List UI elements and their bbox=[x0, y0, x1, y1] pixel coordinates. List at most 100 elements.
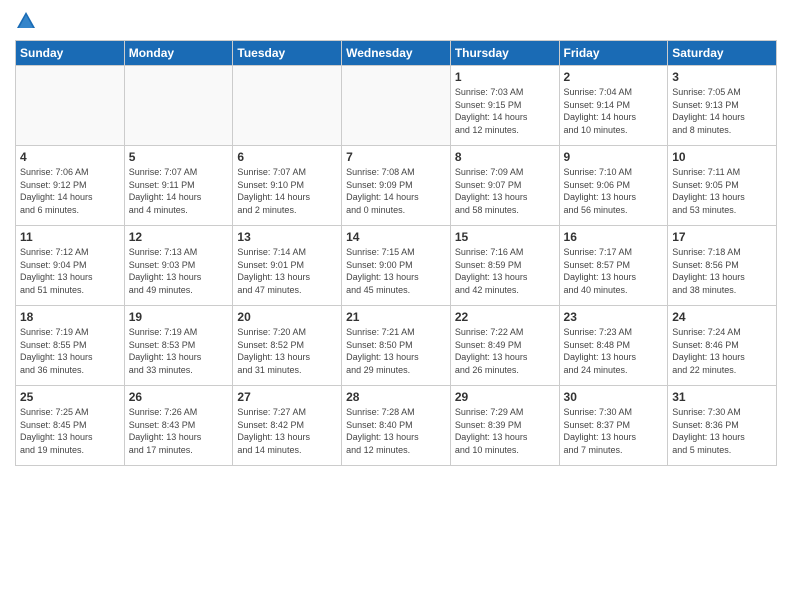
calendar-table: SundayMondayTuesdayWednesdayThursdayFrid… bbox=[15, 40, 777, 466]
day-info: Sunrise: 7:24 AM Sunset: 8:46 PM Dayligh… bbox=[672, 326, 772, 376]
day-info: Sunrise: 7:27 AM Sunset: 8:42 PM Dayligh… bbox=[237, 406, 337, 456]
day-number: 8 bbox=[455, 150, 555, 164]
day-info: Sunrise: 7:25 AM Sunset: 8:45 PM Dayligh… bbox=[20, 406, 120, 456]
calendar-day-cell: 21Sunrise: 7:21 AM Sunset: 8:50 PM Dayli… bbox=[342, 306, 451, 386]
day-number: 21 bbox=[346, 310, 446, 324]
header bbox=[15, 10, 777, 32]
day-info: Sunrise: 7:07 AM Sunset: 9:11 PM Dayligh… bbox=[129, 166, 229, 216]
calendar-day-cell: 12 Sunrise: 7:13 AM Sunset: 9:03 PM Dayli… bbox=[124, 226, 233, 306]
calendar-day-cell: 13 Sunrise: 7:14 AM Sunset: 9:01 PM Dayli… bbox=[233, 226, 342, 306]
day-info: Sunrise: 7:26 AM Sunset: 8:43 PM Dayligh… bbox=[129, 406, 229, 456]
day-number: 12 bbox=[129, 230, 229, 244]
calendar-day-cell: 1 Sunrise: 7:03 AM Sunset: 9:15 PM Daylig… bbox=[450, 66, 559, 146]
day-number: 5 bbox=[129, 150, 229, 164]
day-number: 30 bbox=[564, 390, 664, 404]
calendar-day-cell: 20 Sunrise: 7:20 AM Sunset: 8:52 PM Dayli… bbox=[233, 306, 342, 386]
page: SundayMondayTuesdayWednesdayThursdayFrid… bbox=[0, 0, 792, 612]
calendar-day-cell: 29 Sunrise: 7:29 AM Sunset: 8:39 PM Dayli… bbox=[450, 386, 559, 466]
day-number: 2 bbox=[564, 70, 664, 84]
calendar-day-cell: 8Sunrise: 7:09 AM Sunset: 9:07 PM Daylig… bbox=[450, 146, 559, 226]
day-info: Sunrise: 7:16 AM Sunset: 8:59 PM Dayligh… bbox=[455, 246, 555, 296]
calendar-day-cell: 4Sunrise: 7:06 AM Sunset: 9:12 PM Daylig… bbox=[16, 146, 125, 226]
calendar-header-saturday: Saturday bbox=[668, 41, 777, 66]
calendar-day-cell: 11 Sunrise: 7:12 AM Sunset: 9:04 PM Dayli… bbox=[16, 226, 125, 306]
calendar-day-cell: 18 Sunrise: 7:19 AM Sunset: 8:55 PM Dayli… bbox=[16, 306, 125, 386]
day-info: Sunrise: 7:14 AM Sunset: 9:01 PM Dayligh… bbox=[237, 246, 337, 296]
calendar-day-cell: 23 Sunrise: 7:23 AM Sunset: 8:48 PM Dayli… bbox=[559, 306, 668, 386]
day-info: Sunrise: 7:12 AM Sunset: 9:04 PM Dayligh… bbox=[20, 246, 120, 296]
calendar-day-cell: 9 Sunrise: 7:10 AM Sunset: 9:06 PM Daylig… bbox=[559, 146, 668, 226]
day-info: Sunrise: 7:18 AM Sunset: 8:56 PM Dayligh… bbox=[672, 246, 772, 296]
day-number: 20 bbox=[237, 310, 337, 324]
calendar-header-sunday: Sunday bbox=[16, 41, 125, 66]
calendar-header-row: SundayMondayTuesdayWednesdayThursdayFrid… bbox=[16, 41, 777, 66]
day-number: 10 bbox=[672, 150, 772, 164]
day-info: Sunrise: 7:03 AM Sunset: 9:15 PM Dayligh… bbox=[455, 86, 555, 136]
day-info: Sunrise: 7:11 AM Sunset: 9:05 PM Dayligh… bbox=[672, 166, 772, 216]
day-info: Sunrise: 7:08 AM Sunset: 9:09 PM Dayligh… bbox=[346, 166, 446, 216]
day-info: Sunrise: 7:19 AM Sunset: 8:55 PM Dayligh… bbox=[20, 326, 120, 376]
day-info: Sunrise: 7:29 AM Sunset: 8:39 PM Dayligh… bbox=[455, 406, 555, 456]
calendar-week-row: 25 Sunrise: 7:25 AM Sunset: 8:45 PM Dayli… bbox=[16, 386, 777, 466]
day-number: 23 bbox=[564, 310, 664, 324]
day-number: 9 bbox=[564, 150, 664, 164]
calendar-day-cell: 30 Sunrise: 7:30 AM Sunset: 8:37 PM Dayli… bbox=[559, 386, 668, 466]
day-number: 19 bbox=[129, 310, 229, 324]
day-number: 6 bbox=[237, 150, 337, 164]
day-number: 29 bbox=[455, 390, 555, 404]
day-info: Sunrise: 7:30 AM Sunset: 8:37 PM Dayligh… bbox=[564, 406, 664, 456]
day-number: 1 bbox=[455, 70, 555, 84]
day-number: 31 bbox=[672, 390, 772, 404]
logo-icon bbox=[15, 10, 37, 32]
day-number: 11 bbox=[20, 230, 120, 244]
calendar-header-thursday: Thursday bbox=[450, 41, 559, 66]
day-number: 16 bbox=[564, 230, 664, 244]
day-info: Sunrise: 7:04 AM Sunset: 9:14 PM Dayligh… bbox=[564, 86, 664, 136]
day-info: Sunrise: 7:17 AM Sunset: 8:57 PM Dayligh… bbox=[564, 246, 664, 296]
day-info: Sunrise: 7:22 AM Sunset: 8:49 PM Dayligh… bbox=[455, 326, 555, 376]
calendar-day-cell bbox=[233, 66, 342, 146]
calendar-day-cell: 2 Sunrise: 7:04 AM Sunset: 9:14 PM Daylig… bbox=[559, 66, 668, 146]
calendar-day-cell: 16 Sunrise: 7:17 AM Sunset: 8:57 PM Dayli… bbox=[559, 226, 668, 306]
logo bbox=[15, 10, 39, 32]
calendar-day-cell: 14Sunrise: 7:15 AM Sunset: 9:00 PM Dayli… bbox=[342, 226, 451, 306]
day-number: 22 bbox=[455, 310, 555, 324]
calendar-day-cell: 5 Sunrise: 7:07 AM Sunset: 9:11 PM Daylig… bbox=[124, 146, 233, 226]
calendar-week-row: 4Sunrise: 7:06 AM Sunset: 9:12 PM Daylig… bbox=[16, 146, 777, 226]
day-number: 17 bbox=[672, 230, 772, 244]
day-number: 13 bbox=[237, 230, 337, 244]
day-info: Sunrise: 7:30 AM Sunset: 8:36 PM Dayligh… bbox=[672, 406, 772, 456]
calendar-week-row: 18 Sunrise: 7:19 AM Sunset: 8:55 PM Dayli… bbox=[16, 306, 777, 386]
day-number: 27 bbox=[237, 390, 337, 404]
calendar-header-tuesday: Tuesday bbox=[233, 41, 342, 66]
day-info: Sunrise: 7:05 AM Sunset: 9:13 PM Dayligh… bbox=[672, 86, 772, 136]
calendar-day-cell: 28 Sunrise: 7:28 AM Sunset: 8:40 PM Dayli… bbox=[342, 386, 451, 466]
day-number: 28 bbox=[346, 390, 446, 404]
calendar-day-cell bbox=[342, 66, 451, 146]
day-info: Sunrise: 7:07 AM Sunset: 9:10 PM Dayligh… bbox=[237, 166, 337, 216]
calendar-day-cell: 3 Sunrise: 7:05 AM Sunset: 9:13 PM Daylig… bbox=[668, 66, 777, 146]
calendar-week-row: 11 Sunrise: 7:12 AM Sunset: 9:04 PM Dayli… bbox=[16, 226, 777, 306]
day-number: 25 bbox=[20, 390, 120, 404]
day-info: Sunrise: 7:28 AM Sunset: 8:40 PM Dayligh… bbox=[346, 406, 446, 456]
day-info: Sunrise: 7:13 AM Sunset: 9:03 PM Dayligh… bbox=[129, 246, 229, 296]
day-info: Sunrise: 7:10 AM Sunset: 9:06 PM Dayligh… bbox=[564, 166, 664, 216]
calendar-header-wednesday: Wednesday bbox=[342, 41, 451, 66]
calendar-day-cell bbox=[16, 66, 125, 146]
calendar-day-cell: 10 Sunrise: 7:11 AM Sunset: 9:05 PM Dayli… bbox=[668, 146, 777, 226]
calendar-day-cell: 22 Sunrise: 7:22 AM Sunset: 8:49 PM Dayli… bbox=[450, 306, 559, 386]
day-info: Sunrise: 7:23 AM Sunset: 8:48 PM Dayligh… bbox=[564, 326, 664, 376]
calendar-day-cell bbox=[124, 66, 233, 146]
day-info: Sunrise: 7:19 AM Sunset: 8:53 PM Dayligh… bbox=[129, 326, 229, 376]
calendar-day-cell: 26Sunrise: 7:26 AM Sunset: 8:43 PM Dayli… bbox=[124, 386, 233, 466]
day-number: 15 bbox=[455, 230, 555, 244]
calendar-day-cell: 25 Sunrise: 7:25 AM Sunset: 8:45 PM Dayli… bbox=[16, 386, 125, 466]
day-number: 4 bbox=[20, 150, 120, 164]
day-number: 3 bbox=[672, 70, 772, 84]
calendar-week-row: 1 Sunrise: 7:03 AM Sunset: 9:15 PM Daylig… bbox=[16, 66, 777, 146]
calendar-day-cell: 7Sunrise: 7:08 AM Sunset: 9:09 PM Daylig… bbox=[342, 146, 451, 226]
calendar-day-cell: 24Sunrise: 7:24 AM Sunset: 8:46 PM Dayli… bbox=[668, 306, 777, 386]
day-info: Sunrise: 7:20 AM Sunset: 8:52 PM Dayligh… bbox=[237, 326, 337, 376]
day-number: 18 bbox=[20, 310, 120, 324]
calendar-day-cell: 17 Sunrise: 7:18 AM Sunset: 8:56 PM Dayli… bbox=[668, 226, 777, 306]
